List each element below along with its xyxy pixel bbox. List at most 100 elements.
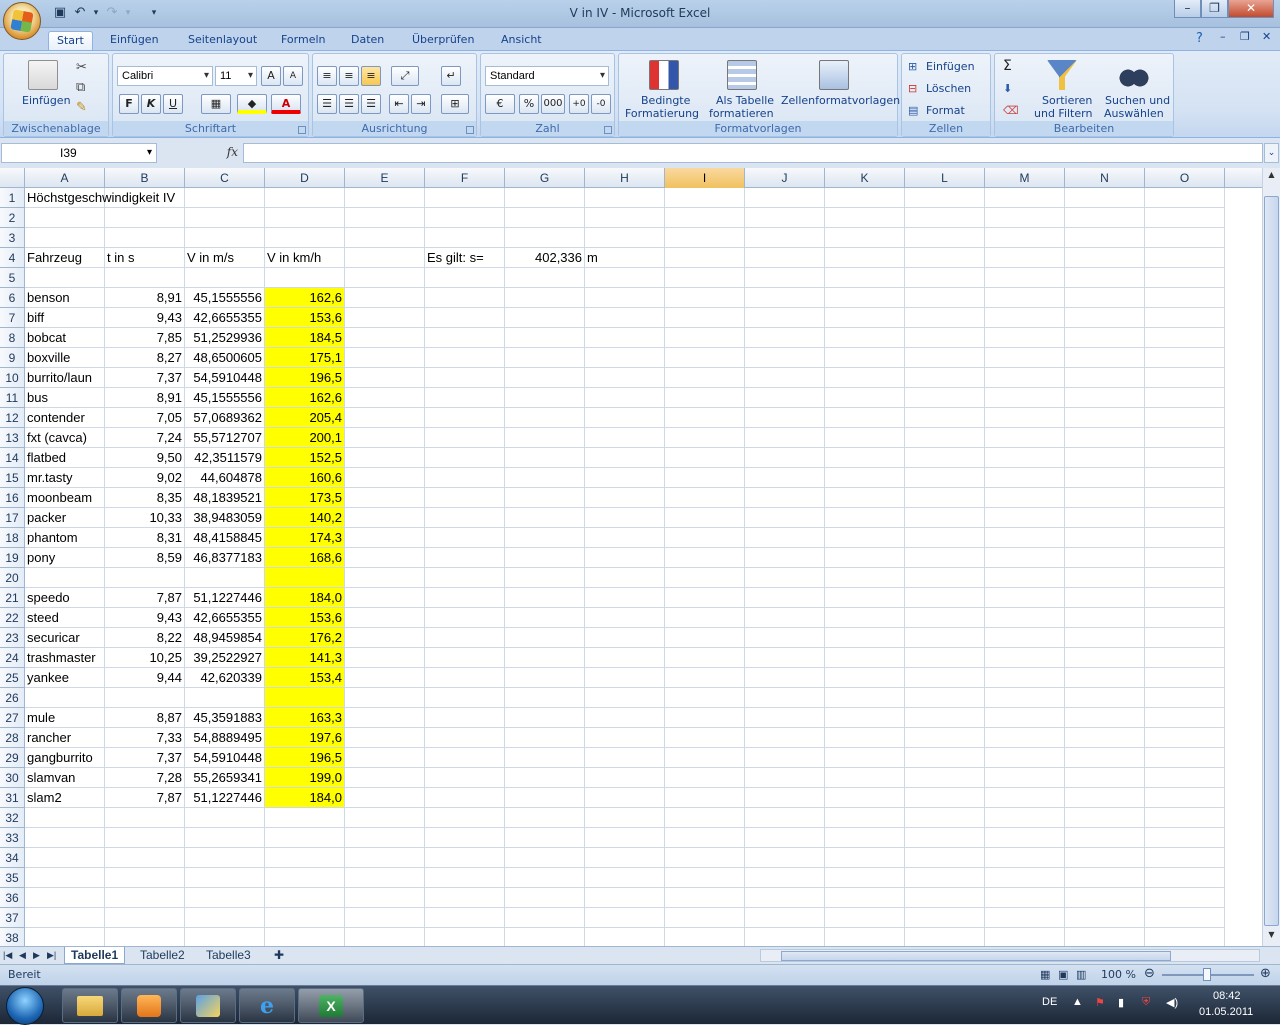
empty-cell[interactable] (505, 508, 585, 528)
empty-cell[interactable] (105, 808, 185, 828)
empty-cell[interactable] (745, 728, 825, 748)
empty-cell[interactable] (505, 428, 585, 448)
speed-kmh-cell[interactable]: 174,3 (265, 528, 345, 548)
empty-cell[interactable] (665, 788, 745, 808)
show-hidden-icons-icon[interactable]: ▲ (1072, 996, 1083, 1008)
copy-icon[interactable]: ⧉ (76, 80, 85, 95)
empty-cell[interactable] (745, 628, 825, 648)
empty-cell[interactable] (745, 228, 825, 248)
empty-cell[interactable] (345, 408, 425, 428)
empty-cell[interactable] (985, 908, 1065, 928)
expand-formula-bar-icon[interactable]: ⌄ (1264, 143, 1279, 163)
empty-cell[interactable] (745, 348, 825, 368)
empty-cell[interactable] (105, 828, 185, 848)
vehicle-name-cell[interactable]: speedo (25, 588, 105, 608)
row-header[interactable]: 23 (0, 628, 25, 648)
font-color-icon[interactable]: A (271, 94, 301, 114)
minimize-button[interactable]: – (1174, 0, 1201, 18)
empty-cell[interactable] (425, 468, 505, 488)
empty-cell[interactable] (665, 708, 745, 728)
empty-cell[interactable] (665, 408, 745, 428)
empty-cell[interactable] (1065, 548, 1145, 568)
row-header[interactable]: 21 (0, 588, 25, 608)
align-right-icon[interactable]: ☰ (361, 94, 381, 114)
vehicle-name-cell[interactable]: bobcat (25, 328, 105, 348)
empty-cell[interactable] (105, 688, 185, 708)
vehicle-name-cell[interactable]: mule (25, 708, 105, 728)
empty-cell[interactable] (745, 668, 825, 688)
wrap-text-icon[interactable]: ↵ (441, 66, 461, 86)
empty-cell[interactable] (665, 848, 745, 868)
empty-cell[interactable] (745, 448, 825, 468)
empty-cell[interactable] (25, 688, 105, 708)
empty-cell[interactable] (1145, 488, 1225, 508)
column-header-h[interactable]: H (585, 168, 665, 188)
empty-cell[interactable] (985, 308, 1065, 328)
empty-cell[interactable] (1145, 348, 1225, 368)
empty-cell[interactable] (825, 848, 905, 868)
empty-cell[interactable] (1145, 588, 1225, 608)
empty-cell[interactable] (665, 508, 745, 528)
speed-ms-cell[interactable]: 42,3511579 (185, 448, 265, 468)
empty-cell[interactable] (425, 928, 505, 946)
close-button[interactable]: ✕ (1228, 0, 1274, 18)
empty-cell[interactable] (825, 488, 905, 508)
empty-cell[interactable] (505, 448, 585, 468)
empty-cell[interactable] (905, 568, 985, 588)
empty-cell[interactable] (345, 428, 425, 448)
workbook-close-icon[interactable]: ✕ (1262, 30, 1271, 43)
row-header[interactable]: 30 (0, 768, 25, 788)
speed-ms-cell[interactable]: 42,620339 (185, 668, 265, 688)
cell-styles-button[interactable]: Zellenformatvorlagen (781, 94, 900, 107)
empty-cell[interactable] (985, 868, 1065, 888)
empty-cell[interactable] (1145, 648, 1225, 668)
page-layout-view-icon[interactable]: ▣ (1058, 968, 1068, 981)
empty-cell[interactable] (905, 888, 985, 908)
empty-cell[interactable] (345, 388, 425, 408)
row-header[interactable]: 27 (0, 708, 25, 728)
empty-cell[interactable] (345, 368, 425, 388)
row-header[interactable]: 1 (0, 188, 25, 208)
speed-kmh-cell[interactable]: 196,5 (265, 368, 345, 388)
empty-cell[interactable] (425, 268, 505, 288)
network-icon[interactable]: ▮ (1118, 996, 1124, 1009)
empty-cell[interactable] (665, 608, 745, 628)
empty-cell[interactable] (665, 328, 745, 348)
empty-cell[interactable] (345, 308, 425, 328)
empty-cell[interactable] (905, 868, 985, 888)
speed-ms-cell[interactable]: 42,6655355 (185, 308, 265, 328)
row-header[interactable]: 13 (0, 428, 25, 448)
empty-cell[interactable] (905, 708, 985, 728)
empty-cell[interactable] (745, 688, 825, 708)
empty-cell[interactable] (105, 888, 185, 908)
align-center-icon[interactable]: ☰ (339, 94, 359, 114)
empty-cell[interactable] (585, 268, 665, 288)
empty-cell[interactable] (825, 588, 905, 608)
empty-cell[interactable] (1065, 368, 1145, 388)
empty-cell[interactable] (265, 928, 345, 946)
empty-cell[interactable] (1065, 468, 1145, 488)
empty-cell[interactable] (665, 428, 745, 448)
time-cell[interactable]: 8,59 (105, 548, 185, 568)
row-header[interactable]: 22 (0, 608, 25, 628)
empty-cell[interactable] (585, 348, 665, 368)
empty-cell[interactable] (745, 248, 825, 268)
empty-cell[interactable] (585, 668, 665, 688)
empty-cell[interactable] (585, 608, 665, 628)
taskbar-paint-icon[interactable] (180, 988, 236, 1023)
speed-kmh-cell[interactable]: 196,5 (265, 748, 345, 768)
tab-formeln[interactable]: Formeln (273, 31, 334, 50)
empty-cell[interactable] (105, 868, 185, 888)
empty-cell[interactable] (905, 408, 985, 428)
empty-cell[interactable] (825, 288, 905, 308)
empty-cell[interactable] (665, 768, 745, 788)
empty-cell[interactable] (185, 568, 265, 588)
empty-cell[interactable] (665, 688, 745, 708)
empty-cell[interactable] (985, 468, 1065, 488)
empty-cell[interactable] (505, 288, 585, 308)
empty-cell[interactable] (585, 448, 665, 468)
empty-cell[interactable] (585, 928, 665, 946)
empty-cell[interactable] (905, 188, 985, 208)
cell-styles-icon[interactable] (819, 60, 849, 90)
delete-cells-icon[interactable]: ⊟ (908, 82, 917, 95)
